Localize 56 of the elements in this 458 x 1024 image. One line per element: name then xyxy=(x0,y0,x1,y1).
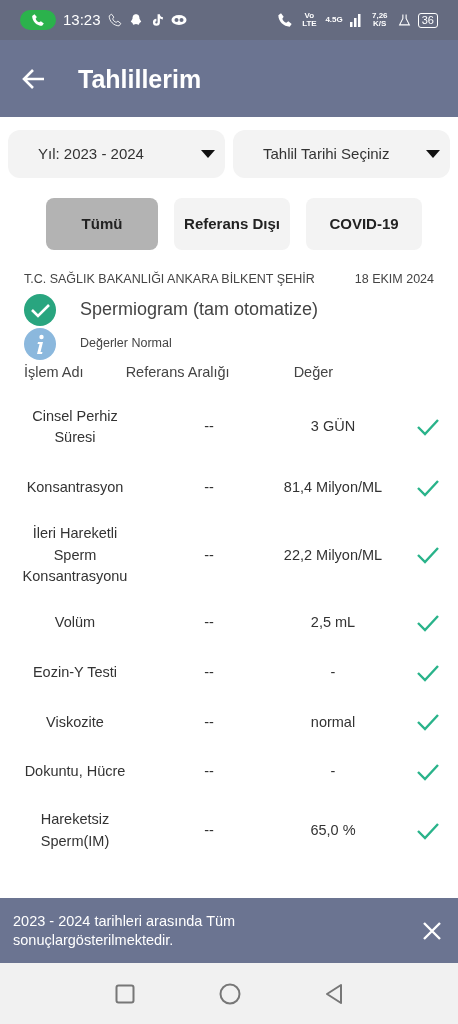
call-indicator xyxy=(20,10,56,30)
test-name-cell-text: İleri Hareketli Sperm Konsantrasyonu xyxy=(21,523,129,587)
caret-icon xyxy=(201,150,215,158)
column-header: İşlem Adı xyxy=(24,362,84,382)
value-cell-text: - xyxy=(329,762,337,782)
value-cell-text: 2,5 mL xyxy=(309,613,357,632)
info-icon xyxy=(24,327,56,360)
reference-cell-text: -- xyxy=(203,662,215,682)
value-cell-text: normal xyxy=(309,712,357,732)
ghost-icon xyxy=(128,13,143,27)
test-name-cell-text: Cinsel Perhiz Süresi xyxy=(31,406,119,448)
test-name-cell-text: Volüm xyxy=(53,613,97,632)
test-name: Spermiogram (tam otomatize) xyxy=(80,298,319,322)
reference-cell-text: -- xyxy=(203,613,215,632)
dropdown[interactable]: Yıl: 2023 - 2024 xyxy=(8,130,225,178)
result-date: 18 EKIM 2024 xyxy=(354,271,434,288)
back-nav-button[interactable] xyxy=(325,981,343,1006)
back-button[interactable] xyxy=(22,66,46,91)
test-name-cell-text: Konsantrasyon xyxy=(25,478,125,497)
filter-tab[interactable]: Tümü xyxy=(46,198,158,250)
value-cell-text: 65,0 % xyxy=(309,820,357,840)
reference-cell-text: -- xyxy=(203,545,215,565)
chat-icon xyxy=(170,14,187,26)
value-cell-text: 22,2 Milyon/ML xyxy=(282,545,384,565)
mobile-data-label: 4.5G xyxy=(325,16,343,24)
filter-tab[interactable]: COVID-19 xyxy=(306,198,422,250)
test-name-cell-text: Viskozite xyxy=(45,712,105,732)
column-header: Referans Aralığı xyxy=(125,362,230,382)
battery-indicator: 36 xyxy=(417,12,438,28)
reference-cell-text: -- xyxy=(203,478,215,497)
value-cell-text: 81,4 Milyon/ML xyxy=(282,478,384,497)
clock: 13:23 xyxy=(63,9,101,30)
status-note: Değerler Normal xyxy=(80,335,172,353)
flask-icon xyxy=(397,13,411,27)
caret-icon xyxy=(426,150,440,158)
value-cell-text: - xyxy=(329,662,337,682)
test-name-cell-text: Eozin-Y Testi xyxy=(31,662,119,682)
reference-cell-text: -- xyxy=(203,820,215,840)
phone-icon xyxy=(107,13,122,27)
network-label: Vo LTE xyxy=(301,12,318,28)
home-button[interactable] xyxy=(219,981,241,1006)
page-title: Tahlillerim xyxy=(78,63,202,94)
snackbar-message: 2023 - 2024 tarihleri arasında Tüm sonuçlargösterilmektedir. xyxy=(13,912,237,949)
institution-name: T.C. SAĞLIK BAKANLIĞI ANKARA BİLKENT ŞEHİR xyxy=(24,270,315,288)
reference-cell-text: -- xyxy=(203,417,215,437)
reference-cell-text: -- xyxy=(203,712,215,732)
filter-tab[interactable]: Referans Dışı xyxy=(174,198,290,250)
test-name-cell-text: Dokuntu, Hücre xyxy=(23,762,127,782)
dropdown[interactable]: Tahlil Tarihi Seçiniz xyxy=(233,130,450,178)
test-name-cell-text: Hareketsiz Sperm(IM) xyxy=(39,810,111,851)
value-cell-text: 3 GÜN xyxy=(309,417,357,437)
speed-label: 7,26 K/S xyxy=(370,12,389,28)
reference-cell-text: -- xyxy=(203,762,215,782)
wifi-call-icon xyxy=(277,12,294,28)
column-header: Değer xyxy=(293,362,334,382)
signal-icon xyxy=(349,13,362,27)
